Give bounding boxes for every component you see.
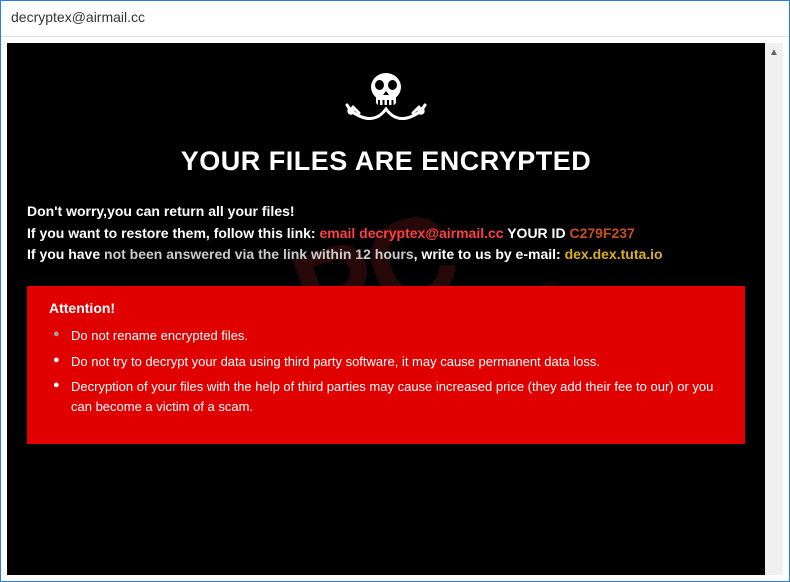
- list-item: Decryption of your files with the help o…: [49, 377, 723, 416]
- titlebar: decryptex@airmail.cc: [1, 1, 789, 37]
- window-title: decryptex@airmail.cc: [11, 9, 145, 25]
- list-item: Do not try to decrypt your data using th…: [49, 352, 723, 372]
- attention-list: Do not rename encrypted files. Do not tr…: [49, 326, 723, 416]
- line-3: If you have not been answered via the li…: [27, 244, 745, 266]
- contact-email-alt: dex.dex.tuta.io: [565, 246, 663, 262]
- contact-email: decryptex@airmail.cc: [359, 225, 503, 241]
- line-1: Don't worry,you can return all your file…: [27, 201, 745, 223]
- victim-id: C279F237: [569, 225, 634, 241]
- vertical-scrollbar[interactable]: ▲: [765, 43, 783, 575]
- body-text: Don't worry,you can return all your file…: [27, 201, 745, 266]
- skull-crossbones-icon: [27, 67, 745, 138]
- line-2: If you want to restore them, follow this…: [27, 223, 745, 245]
- attention-title: Attention!: [49, 300, 723, 316]
- ransom-note: PC risk.com: [7, 43, 765, 575]
- main-heading: YOUR FILES ARE ENCRYPTED: [27, 146, 745, 177]
- content-wrap: PC risk.com: [1, 37, 789, 581]
- app-window: decryptex@airmail.cc PC risk.com: [0, 0, 790, 582]
- attention-box: Attention! Do not rename encrypted files…: [27, 286, 745, 444]
- list-item: Do not rename encrypted files.: [49, 326, 723, 346]
- scroll-up-icon[interactable]: ▲: [765, 43, 783, 61]
